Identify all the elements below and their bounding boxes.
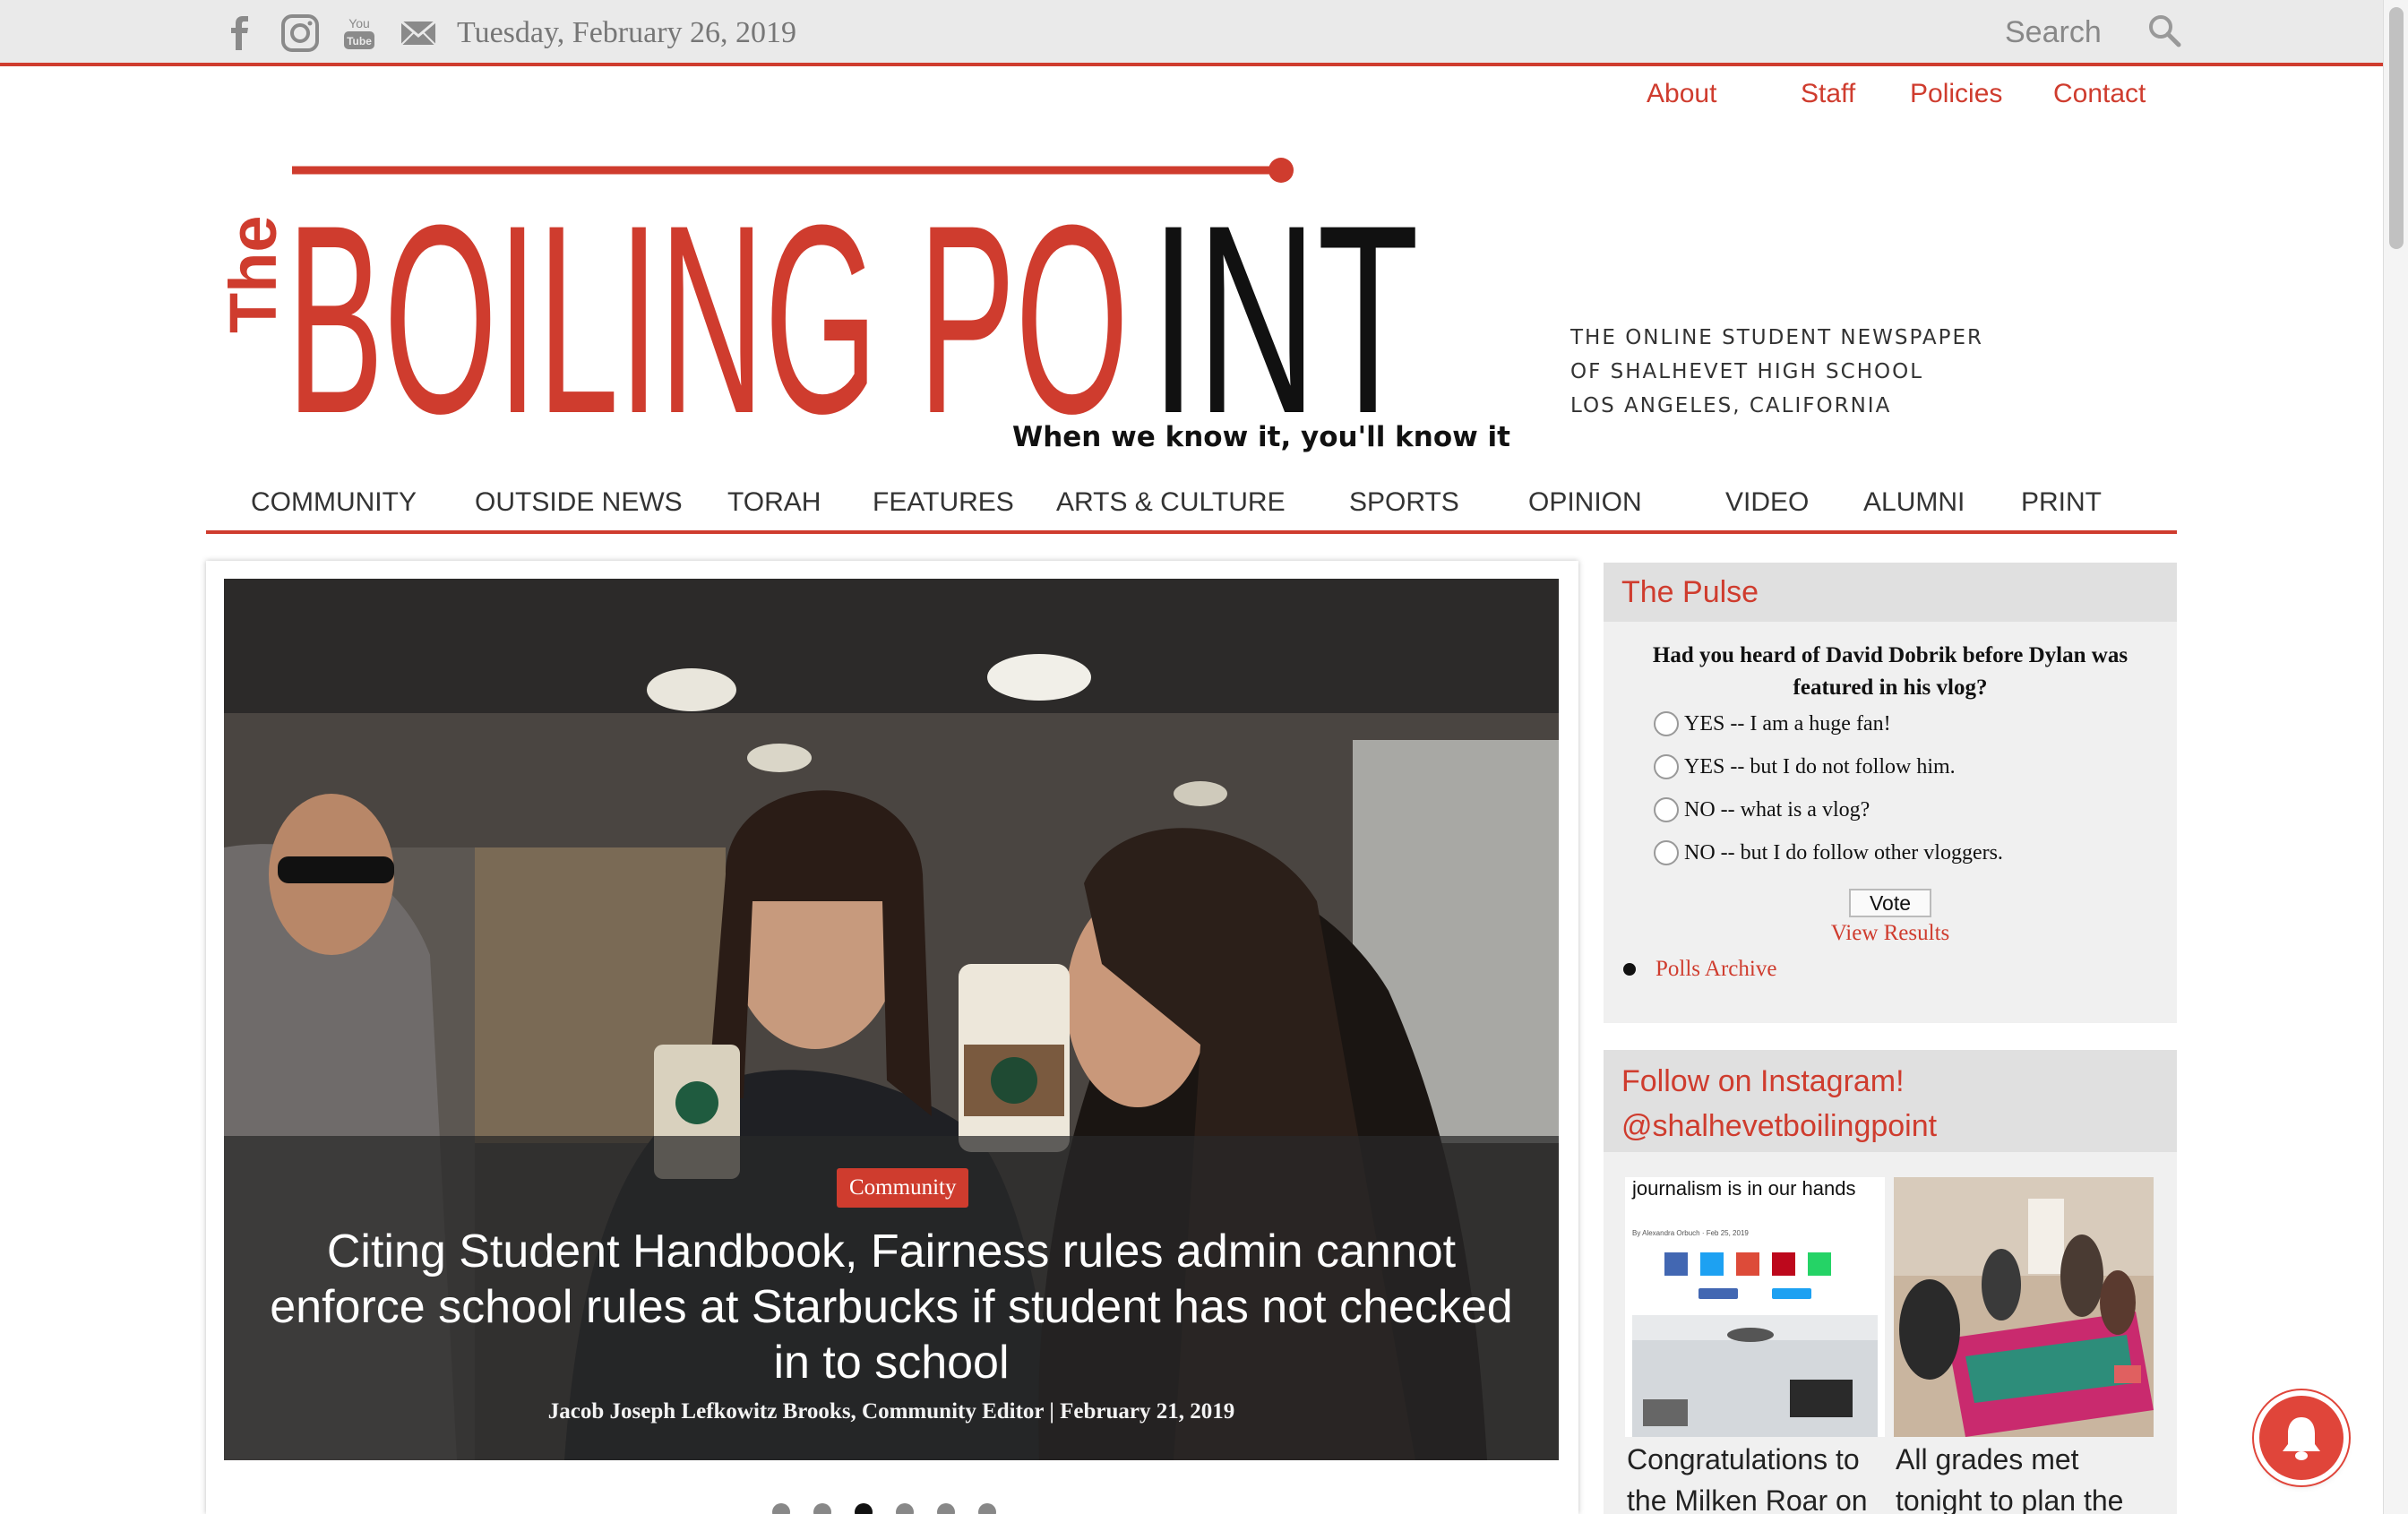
instagram-caption: Congratulations to the Milken Roar on <box>1627 1443 1868 1514</box>
post-headline: journalism is in our hands <box>1632 1177 1856 1200</box>
poll-option[interactable]: YES -- but I do not follow him. <box>1654 754 1956 779</box>
instagram-post[interactable] <box>1894 1177 2154 1437</box>
nav-features[interactable]: FEATURES <box>873 487 1014 518</box>
nav-alumni[interactable]: ALUMNI <box>1863 487 1965 518</box>
site-logo[interactable]: The BOILING PO INT <box>215 152 1577 466</box>
nav-print[interactable]: PRINT <box>2021 487 2102 518</box>
nav-sports[interactable]: SPORTS <box>1349 487 1459 518</box>
category-badge[interactable]: Community <box>837 1168 969 1208</box>
featured-photo[interactable]: Community Citing Student Handbook, Fairn… <box>224 579 1559 1460</box>
poll-option[interactable]: YES -- I am a huge fan! <box>1654 711 1891 736</box>
view-results-link[interactable]: View Results <box>1604 921 2177 946</box>
featured-caption: Community Citing Student Handbook, Fairn… <box>224 1136 1559 1460</box>
youtube-icon[interactable]: You Tube <box>339 13 398 54</box>
nav-contact[interactable]: Contact <box>2053 79 2146 109</box>
instagram-handle-link[interactable]: @shalhevetboilingpoint <box>1621 1104 2159 1148</box>
social-links: You Tube <box>220 13 457 54</box>
featured-byline: Jacob Joseph Lefkowitz Brooks, Community… <box>547 1399 1235 1424</box>
radio-button[interactable] <box>1654 754 1679 779</box>
featured-headline[interactable]: Citing Student Handbook, Fairness rules … <box>251 1224 1532 1390</box>
bullet-icon <box>1623 963 1636 976</box>
current-date: Tuesday, February 26, 2019 <box>457 16 797 49</box>
svg-text:You: You <box>348 16 370 30</box>
slider-dots <box>772 1503 996 1514</box>
page-scrollbar[interactable] <box>2383 0 2408 1514</box>
nav-staff[interactable]: Staff <box>1801 79 1855 109</box>
instagram-post[interactable]: journalism is in our hands By Alexandra … <box>1625 1177 1885 1437</box>
main-nav: COMMUNITY OUTSIDE NEWS TORAH FEATURES AR… <box>206 484 2177 534</box>
instagram-title: Follow on Instagram! @shalhevetboilingpo… <box>1604 1050 2177 1152</box>
slider-dot[interactable] <box>896 1503 914 1514</box>
poll-option[interactable]: NO -- but I do follow other vloggers. <box>1654 840 2003 865</box>
poll-widget: The Pulse Had you heard of David Dobrik … <box>1604 563 2177 1023</box>
radio-button[interactable] <box>1654 797 1679 822</box>
poll-option[interactable]: NO -- what is a vlog? <box>1654 797 1870 822</box>
logo-the: The <box>216 215 290 333</box>
notification-bell-button[interactable] <box>2259 1396 2344 1480</box>
top-bar: You Tube Tuesday, February 26, 2019 <box>0 0 2383 66</box>
facebook-icon[interactable] <box>220 13 280 54</box>
nav-arts-culture[interactable]: ARTS & CULTURE <box>1056 487 1286 518</box>
instagram-widget: Follow on Instagram! @shalhevetboilingpo… <box>1604 1050 2177 1514</box>
logo-motto: When we know it, you'll know it <box>1012 421 1511 453</box>
slider-dot-active[interactable] <box>855 1503 873 1514</box>
poll-question: Had you heard of David Dobrik before Dyl… <box>1652 643 2128 700</box>
nav-opinion[interactable]: OPINION <box>1528 487 1642 518</box>
nav-community[interactable]: COMMUNITY <box>251 487 417 518</box>
slider-dot[interactable] <box>813 1503 831 1514</box>
search-box <box>2005 13 2182 53</box>
slider-dot[interactable] <box>978 1503 996 1514</box>
vote-button[interactable]: Vote <box>1849 889 1931 917</box>
scrollbar-thumb[interactable] <box>2389 7 2404 249</box>
nav-policies[interactable]: Policies <box>1910 79 2002 109</box>
instagram-caption: All grades met tonight to plan the <box>1896 1443 2124 1514</box>
nav-outside-news[interactable]: OUTSIDE NEWS <box>475 487 683 518</box>
bell-icon <box>2283 1417 2320 1460</box>
svg-text:Tube: Tube <box>347 35 372 47</box>
logo-name-red: BOILING PO <box>287 168 1129 466</box>
email-icon[interactable] <box>398 13 457 54</box>
nav-torah[interactable]: TORAH <box>727 487 821 518</box>
polls-archive: Polls Archive <box>1623 957 1776 982</box>
radio-button[interactable] <box>1654 840 1679 865</box>
nav-about[interactable]: About <box>1647 79 1716 109</box>
masthead-tagline: THE ONLINE STUDENT NEWSPAPER OF SHALHEVE… <box>1570 326 1984 417</box>
slider-dot[interactable] <box>937 1503 955 1514</box>
utility-nav: About Staff Policies Contact <box>0 79 2383 115</box>
poll-title: The Pulse <box>1604 563 2177 622</box>
search-icon[interactable] <box>2146 13 2182 53</box>
search-input[interactable] <box>2005 15 2130 50</box>
radio-button[interactable] <box>1654 711 1679 736</box>
instagram-icon[interactable] <box>280 13 339 54</box>
post-author: By Alexandra Orbuch · Feb 25, 2019 <box>1632 1229 1749 1237</box>
nav-video[interactable]: VIDEO <box>1725 487 1809 518</box>
slider-dot[interactable] <box>772 1503 790 1514</box>
polls-archive-link[interactable]: Polls Archive <box>1656 957 1776 982</box>
featured-slider: Community Citing Student Handbook, Fairn… <box>206 561 1578 1514</box>
